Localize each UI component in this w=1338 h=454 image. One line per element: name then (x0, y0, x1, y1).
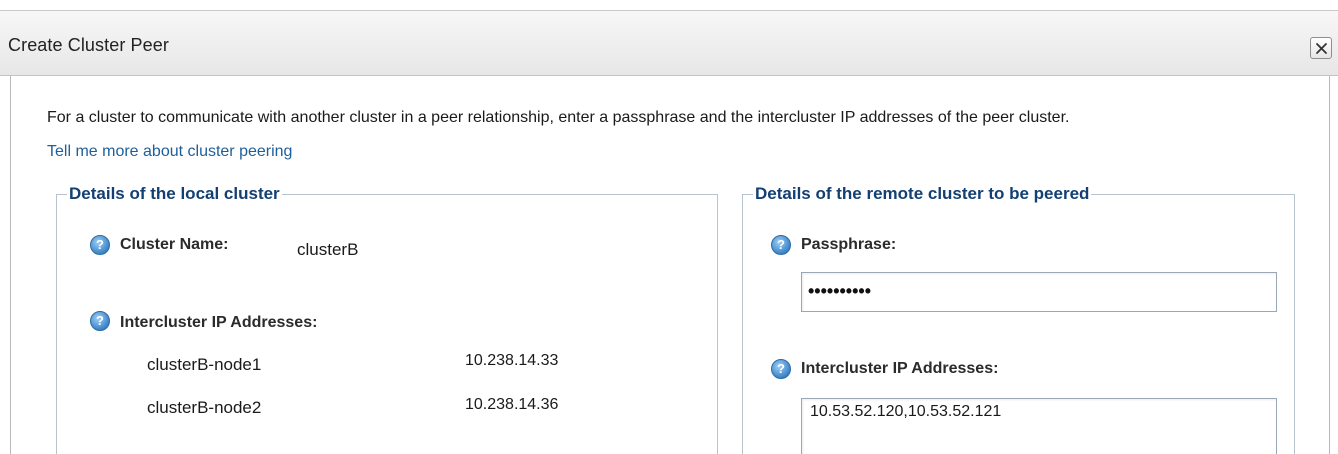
node-name: clusterB-node1 (147, 355, 262, 374)
remote-cluster-legend: Details of the remote cluster to be peer… (755, 184, 1090, 203)
intro-text: For a cluster to communicate with anothe… (47, 109, 1070, 126)
close-button[interactable] (1310, 37, 1332, 59)
help-icon[interactable]: ? (90, 235, 110, 255)
help-icon[interactable]: ? (90, 311, 110, 331)
help-icon[interactable]: ? (771, 235, 791, 255)
remote-ip-addresses-field[interactable]: 10.53.52.120,10.53.52.121 (801, 398, 1277, 454)
learn-more-link[interactable]: Tell me more about cluster peering (47, 143, 292, 161)
cluster-name-label: Cluster Name: (120, 236, 229, 253)
local-intercluster-ip-label: Intercluster IP Addresses: (120, 314, 318, 331)
dialog-border-left (10, 76, 11, 454)
local-cluster-legend: Details of the local cluster (69, 184, 280, 203)
node-ip: 10.238.14.36 (465, 396, 559, 413)
dialog-title: Create Cluster Peer (8, 35, 169, 55)
create-cluster-peer-dialog: Create Cluster Peer For a cluster to com… (0, 0, 1338, 454)
node-ip: 10.238.14.33 (465, 352, 559, 369)
remote-intercluster-ip-label: Intercluster IP Addresses: (801, 360, 999, 377)
passphrase-input[interactable]: •••••••••• (801, 272, 1277, 312)
passphrase-label: Passphrase: (801, 236, 897, 253)
node-name: clusterB-node2 (147, 398, 262, 417)
close-icon (1316, 43, 1327, 54)
dialog-title-bar: Create Cluster Peer (0, 10, 1338, 76)
cluster-name-value: clusterB (297, 240, 359, 259)
help-icon[interactable]: ? (771, 359, 791, 379)
dialog-border-right (1329, 76, 1330, 454)
